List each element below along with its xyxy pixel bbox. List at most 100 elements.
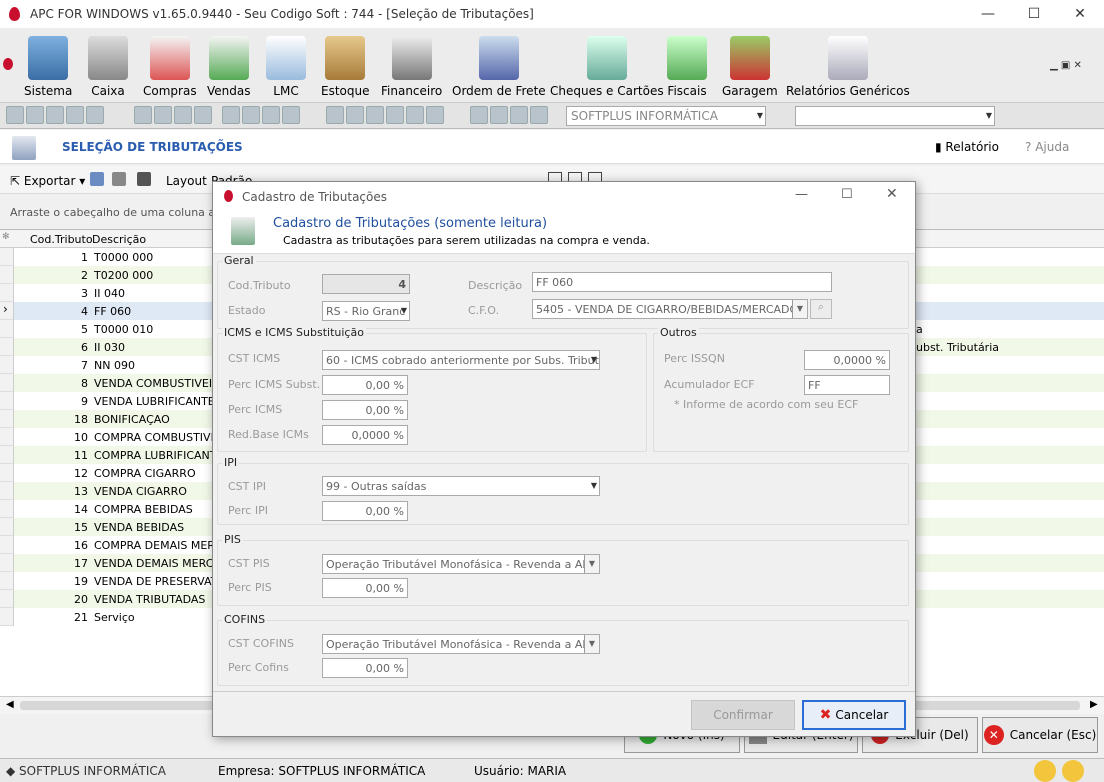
perc-ipi-field[interactable]: 0,00 % bbox=[322, 501, 408, 521]
col-header-cod[interactable]: Cod.Tributo bbox=[30, 233, 93, 246]
descricao-field[interactable]: FF 060 bbox=[532, 272, 832, 292]
ribbon-caixa[interactable]: Caixa bbox=[88, 36, 128, 98]
search-combo[interactable]: ▼ bbox=[795, 106, 995, 126]
perc-icms-subst-field[interactable]: 0,00 % bbox=[322, 375, 408, 395]
row-indicator[interactable] bbox=[0, 248, 14, 266]
toolbar-group-2[interactable] bbox=[134, 106, 212, 126]
money-icon bbox=[391, 36, 432, 80]
computer-icon bbox=[28, 36, 69, 80]
ribbon-compras[interactable]: Compras bbox=[143, 36, 197, 98]
ipi-group: IPI CST IPI 99 - Outras saídas ▼ Perc IPI… bbox=[217, 456, 909, 525]
cell-desc: NN 090 bbox=[94, 359, 135, 372]
purchase-icon bbox=[149, 36, 190, 80]
cell-cod: 16 bbox=[74, 539, 88, 552]
toolbar-group-5[interactable] bbox=[470, 106, 548, 126]
export-menu[interactable]: ⇱ Exportar ▾ bbox=[10, 174, 85, 188]
dialog-close-button[interactable]: ✕ bbox=[886, 186, 898, 202]
row-indicator[interactable] bbox=[0, 428, 14, 446]
row-indicator[interactable] bbox=[0, 536, 14, 554]
cell-desc: VENDA TRIBUTADAS bbox=[94, 593, 206, 606]
toolbar-group-4[interactable] bbox=[326, 106, 444, 126]
company-combo[interactable]: SOFTPLUS INFORMÁTICA ▼ bbox=[566, 106, 766, 126]
ribbon-sistema[interactable]: Sistema bbox=[24, 36, 72, 98]
row-indicator[interactable] bbox=[0, 338, 14, 356]
cst-pis-select[interactable]: Operação Tributável Monofásica - Revenda… bbox=[322, 554, 600, 574]
coins-icon bbox=[667, 36, 707, 80]
row-indicator[interactable] bbox=[0, 482, 14, 500]
perc-pis-field[interactable]: 0,00 % bbox=[322, 578, 408, 598]
report-link[interactable]: ▮ Relatório bbox=[935, 140, 999, 154]
perc-issqn-field[interactable]: 0,0000 % bbox=[804, 350, 890, 370]
perc-icms-field[interactable]: 0,00 % bbox=[322, 400, 408, 420]
cash-register-icon bbox=[88, 36, 128, 80]
row-indicator[interactable] bbox=[0, 284, 14, 302]
cell-desc: COMPRA BEBIDAS bbox=[94, 503, 193, 516]
ribbon-vendas[interactable]: Vendas bbox=[207, 36, 251, 98]
cod-tributo-field[interactable]: 4 bbox=[322, 274, 410, 294]
dialog-minimize-button[interactable]: — bbox=[795, 187, 808, 202]
perc-cofins-field[interactable]: 0,00 % bbox=[322, 658, 408, 678]
cfo-search-button[interactable]: ⌕ bbox=[810, 299, 832, 319]
window-title: APC FOR WINDOWS v1.65.0.9440 - Seu Codig… bbox=[30, 7, 534, 21]
row-indicator[interactable] bbox=[0, 500, 14, 518]
cancelar-main-button[interactable]: ✕ Cancelar (Esc) bbox=[982, 717, 1098, 753]
usuario-label: Usuário: MARIA bbox=[474, 764, 567, 778]
row-indicator[interactable] bbox=[0, 410, 14, 428]
mdi-controls[interactable]: ▁ ▣ ✕ bbox=[1050, 60, 1082, 71]
row-indicator[interactable] bbox=[0, 446, 14, 464]
row-indicator[interactable] bbox=[0, 554, 14, 572]
row-indicator[interactable] bbox=[0, 572, 14, 590]
help-link[interactable]: ? Ajuda bbox=[1025, 140, 1069, 154]
layout-label: Layout bbox=[166, 174, 207, 188]
row-indicator[interactable] bbox=[0, 392, 14, 410]
toolbar-group-1[interactable] bbox=[6, 106, 104, 126]
cst-cofins-select[interactable]: Operação Tributável Monofásica - Revenda… bbox=[322, 634, 600, 654]
cell-cod: 21 bbox=[74, 611, 88, 624]
smiley-icon bbox=[1034, 760, 1056, 782]
confirmar-button[interactable]: Confirmar bbox=[691, 700, 795, 730]
ribbon-relatorios[interactable]: Relatórios Genéricos bbox=[786, 36, 910, 98]
cst-icms-select[interactable]: 60 - ICMS cobrado anteriormente por Subs… bbox=[322, 350, 600, 370]
row-indicator[interactable] bbox=[0, 266, 14, 284]
dialog-logo-icon bbox=[224, 190, 233, 202]
col-header-desc[interactable]: Descrição bbox=[92, 233, 146, 246]
ribbon-ordem-frete[interactable]: Ordem de Frete bbox=[452, 36, 546, 98]
dialog-title: Cadastro de Tributações bbox=[242, 190, 387, 204]
ribbon-financeiro[interactable]: Financeiro bbox=[381, 36, 442, 98]
ribbon-estoque[interactable]: Estoque bbox=[321, 36, 370, 98]
cell-desc: VENDA CIGARRO bbox=[94, 485, 187, 498]
print-icon[interactable] bbox=[137, 172, 151, 186]
cfo-select[interactable]: 5405 - VENDA DE CIGARRO/BEBIDAS/MERCADOR… bbox=[532, 299, 808, 319]
dialog-maximize-button[interactable]: ☐ bbox=[841, 187, 853, 202]
row-indicator[interactable] bbox=[0, 374, 14, 392]
maximize-button[interactable]: ☐ bbox=[1011, 0, 1057, 28]
ribbon-cheques[interactable]: Cheques e Cartões bbox=[550, 36, 664, 98]
cancelar-dialog-button[interactable]: ✖ Cancelar bbox=[802, 700, 906, 730]
row-indicator[interactable] bbox=[0, 608, 14, 626]
acumulador-ecf-field[interactable]: FF bbox=[804, 375, 890, 395]
minimize-button[interactable]: — bbox=[965, 0, 1011, 28]
grid-cell-right-5: a bbox=[916, 323, 923, 336]
cell-cod: 19 bbox=[74, 575, 88, 588]
dialog-header-subtitle: Cadastra as tributações para serem utili… bbox=[283, 234, 650, 247]
estado-select[interactable]: RS - Rio Granc ▼ bbox=[322, 301, 410, 321]
ribbon-garagem[interactable]: Garagem bbox=[722, 36, 778, 98]
cell-cod: 6 bbox=[81, 341, 88, 354]
row-indicator[interactable] bbox=[0, 356, 14, 374]
cst-ipi-select[interactable]: 99 - Outras saídas ▼ bbox=[322, 476, 600, 496]
toolbar-group-3[interactable] bbox=[222, 106, 300, 126]
brand-label: ◆ SOFTPLUS INFORMÁTICA bbox=[6, 764, 166, 778]
cell-cod: 8 bbox=[81, 377, 88, 390]
close-button[interactable]: ✕ bbox=[1057, 0, 1103, 28]
row-indicator[interactable] bbox=[0, 590, 14, 608]
cell-desc: VENDA DE PRESERVATIV bbox=[94, 575, 229, 588]
row-indicator[interactable]: › bbox=[0, 302, 14, 320]
row-indicator[interactable] bbox=[0, 464, 14, 482]
red-base-icms-field[interactable]: 0,0000 % bbox=[322, 425, 408, 445]
filter-icon[interactable] bbox=[112, 172, 126, 186]
row-indicator[interactable] bbox=[0, 320, 14, 338]
ribbon-fiscais[interactable]: Fiscais bbox=[667, 36, 707, 98]
refresh-icon[interactable] bbox=[90, 172, 104, 186]
row-indicator[interactable] bbox=[0, 518, 14, 536]
ribbon-lmc[interactable]: LMC bbox=[266, 36, 306, 98]
